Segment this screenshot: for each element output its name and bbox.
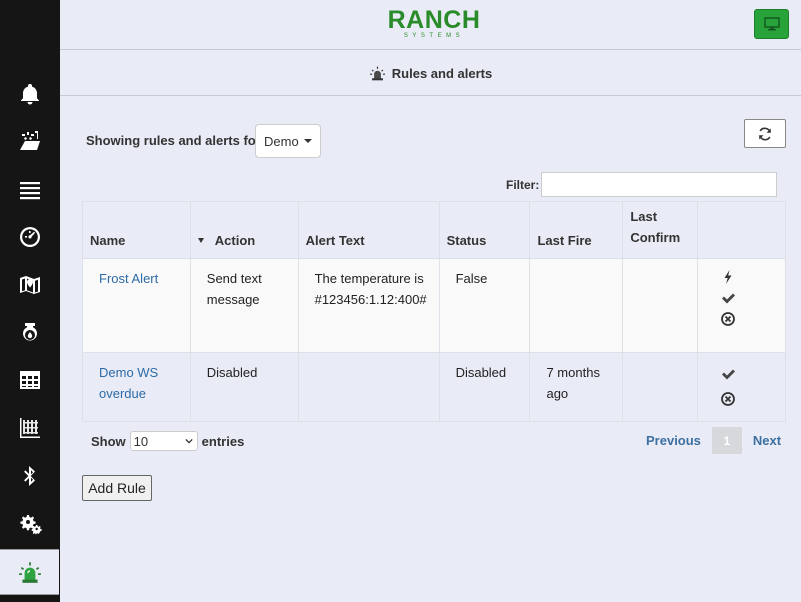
- rule-last-confirm-cell: [622, 352, 699, 422]
- rule-name-link[interactable]: Demo WS overdue: [99, 365, 158, 401]
- page-size-value: 10: [133, 433, 149, 449]
- rule-last-fire-cell: 7 months ago: [529, 352, 624, 422]
- page-number-current[interactable]: 1: [711, 427, 742, 454]
- check-icon[interactable]: [720, 366, 736, 382]
- add-rule-button[interactable]: Add Rule: [82, 475, 152, 501]
- rule-last-confirm-cell: [622, 258, 699, 353]
- sort-desc-icon: [197, 238, 204, 244]
- rule-name-link[interactable]: Frost Alert: [99, 271, 158, 286]
- sidebar-item-settings[interactable]: [0, 500, 60, 546]
- main-content: Showing rules and alerts for: Demo Filte…: [60, 97, 801, 602]
- chevron-down-icon: [185, 438, 193, 444]
- site-select[interactable]: Demo: [255, 124, 321, 158]
- sidebar-item-irrigation[interactable]: [0, 117, 60, 163]
- filter-input[interactable]: [541, 172, 777, 197]
- fire-icon[interactable]: [720, 269, 736, 285]
- sidebar-item-alerts[interactable]: [0, 71, 60, 117]
- sidebar-item-tanks[interactable]: [0, 310, 60, 356]
- list-icon: [20, 182, 40, 200]
- sidebar-item-map[interactable]: [0, 262, 60, 308]
- column-header-action-label: Action: [214, 233, 256, 248]
- siren-icon: [369, 66, 385, 80]
- column-header-action[interactable]: Action: [189, 201, 299, 259]
- monitor-icon: [763, 17, 780, 31]
- delete-icon[interactable]: [720, 311, 736, 327]
- pagination: Previous 1 Next: [646, 427, 781, 454]
- page-size-select[interactable]: 10: [129, 431, 198, 451]
- gears-icon: [20, 515, 42, 535]
- sidebar-item-list[interactable]: [0, 167, 60, 213]
- brand-logo[interactable]: RANCH SYSTEMS: [384, 8, 484, 40]
- brand-name: RANCH: [387, 6, 481, 34]
- delete-icon[interactable]: [720, 391, 736, 407]
- water-tank-icon: [23, 323, 37, 341]
- refresh-icon: [759, 127, 771, 140]
- bluetooth-icon: [24, 466, 35, 486]
- rule-action-cell: Send text message: [189, 258, 299, 353]
- monitor-button[interactable]: [754, 9, 789, 39]
- page-header: Rules and alerts: [60, 51, 801, 96]
- table-row: Demo WS overdue Disabled Disabled 7 mont…: [82, 352, 786, 422]
- show-label: Show: [91, 433, 126, 449]
- rule-actions-cell: [697, 352, 786, 422]
- column-header-alert-text[interactable]: Alert Text: [297, 201, 440, 259]
- sidebar-item-rules[interactable]: [0, 549, 59, 595]
- rule-name-cell: Demo WS overdue: [82, 352, 191, 422]
- sidebar: [0, 0, 60, 602]
- column-header-name[interactable]: Name: [82, 201, 191, 259]
- rule-alert-text-cell: [297, 352, 440, 422]
- refresh-button[interactable]: [744, 119, 786, 148]
- siren-icon: [18, 562, 41, 583]
- rule-status-cell: False: [438, 258, 531, 353]
- page-size-control: Show 10 entries: [91, 431, 244, 451]
- brand-tagline: SYSTEMS: [403, 33, 465, 39]
- site-select-value: Demo: [264, 133, 299, 149]
- rule-last-fire-cell: [529, 258, 624, 353]
- sidebar-item-dashboard[interactable]: [0, 214, 60, 260]
- sidebar-item-table[interactable]: [0, 357, 60, 403]
- next-page-button[interactable]: Next: [753, 433, 781, 448]
- column-header-last-confirm[interactable]: Last Confirm: [622, 201, 699, 259]
- rule-status-cell: Disabled: [438, 352, 531, 422]
- table-icon: [20, 371, 40, 389]
- map-icon: [20, 276, 40, 294]
- column-header-actions: [697, 201, 786, 259]
- top-bar: RANCH SYSTEMS: [60, 0, 801, 50]
- rule-actions-cell: [697, 258, 786, 353]
- rule-action-cell: Disabled: [189, 352, 299, 422]
- check-icon[interactable]: [720, 290, 736, 306]
- filter-label: Filter:: [506, 178, 540, 192]
- previous-page-button[interactable]: Previous: [646, 433, 701, 448]
- column-header-last-fire[interactable]: Last Fire: [529, 201, 624, 259]
- rules-table: Name Action Alert Text Status Last Fire …: [82, 201, 786, 422]
- sidebar-item-bluetooth[interactable]: [0, 453, 60, 499]
- bell-icon: [21, 84, 39, 105]
- table-row: Frost Alert Send text message The temper…: [82, 258, 786, 353]
- entries-label: entries: [201, 433, 245, 449]
- rule-name-cell: Frost Alert: [82, 258, 191, 353]
- column-header-status[interactable]: Status: [438, 201, 531, 259]
- grid-chart-icon: [20, 418, 40, 438]
- showing-label: Showing rules and alerts for:: [86, 133, 266, 148]
- field-irrigation-icon: [20, 131, 40, 150]
- sidebar-item-charts[interactable]: [0, 405, 60, 451]
- gauge-icon: [20, 227, 40, 247]
- column-header-last-confirm-label: Last Confirm: [630, 209, 681, 245]
- page-title: Rules and alerts: [391, 65, 493, 81]
- chevron-down-icon: [304, 139, 312, 143]
- rule-alert-text-cell: The temperature is #123456:1.12:400#: [297, 258, 440, 353]
